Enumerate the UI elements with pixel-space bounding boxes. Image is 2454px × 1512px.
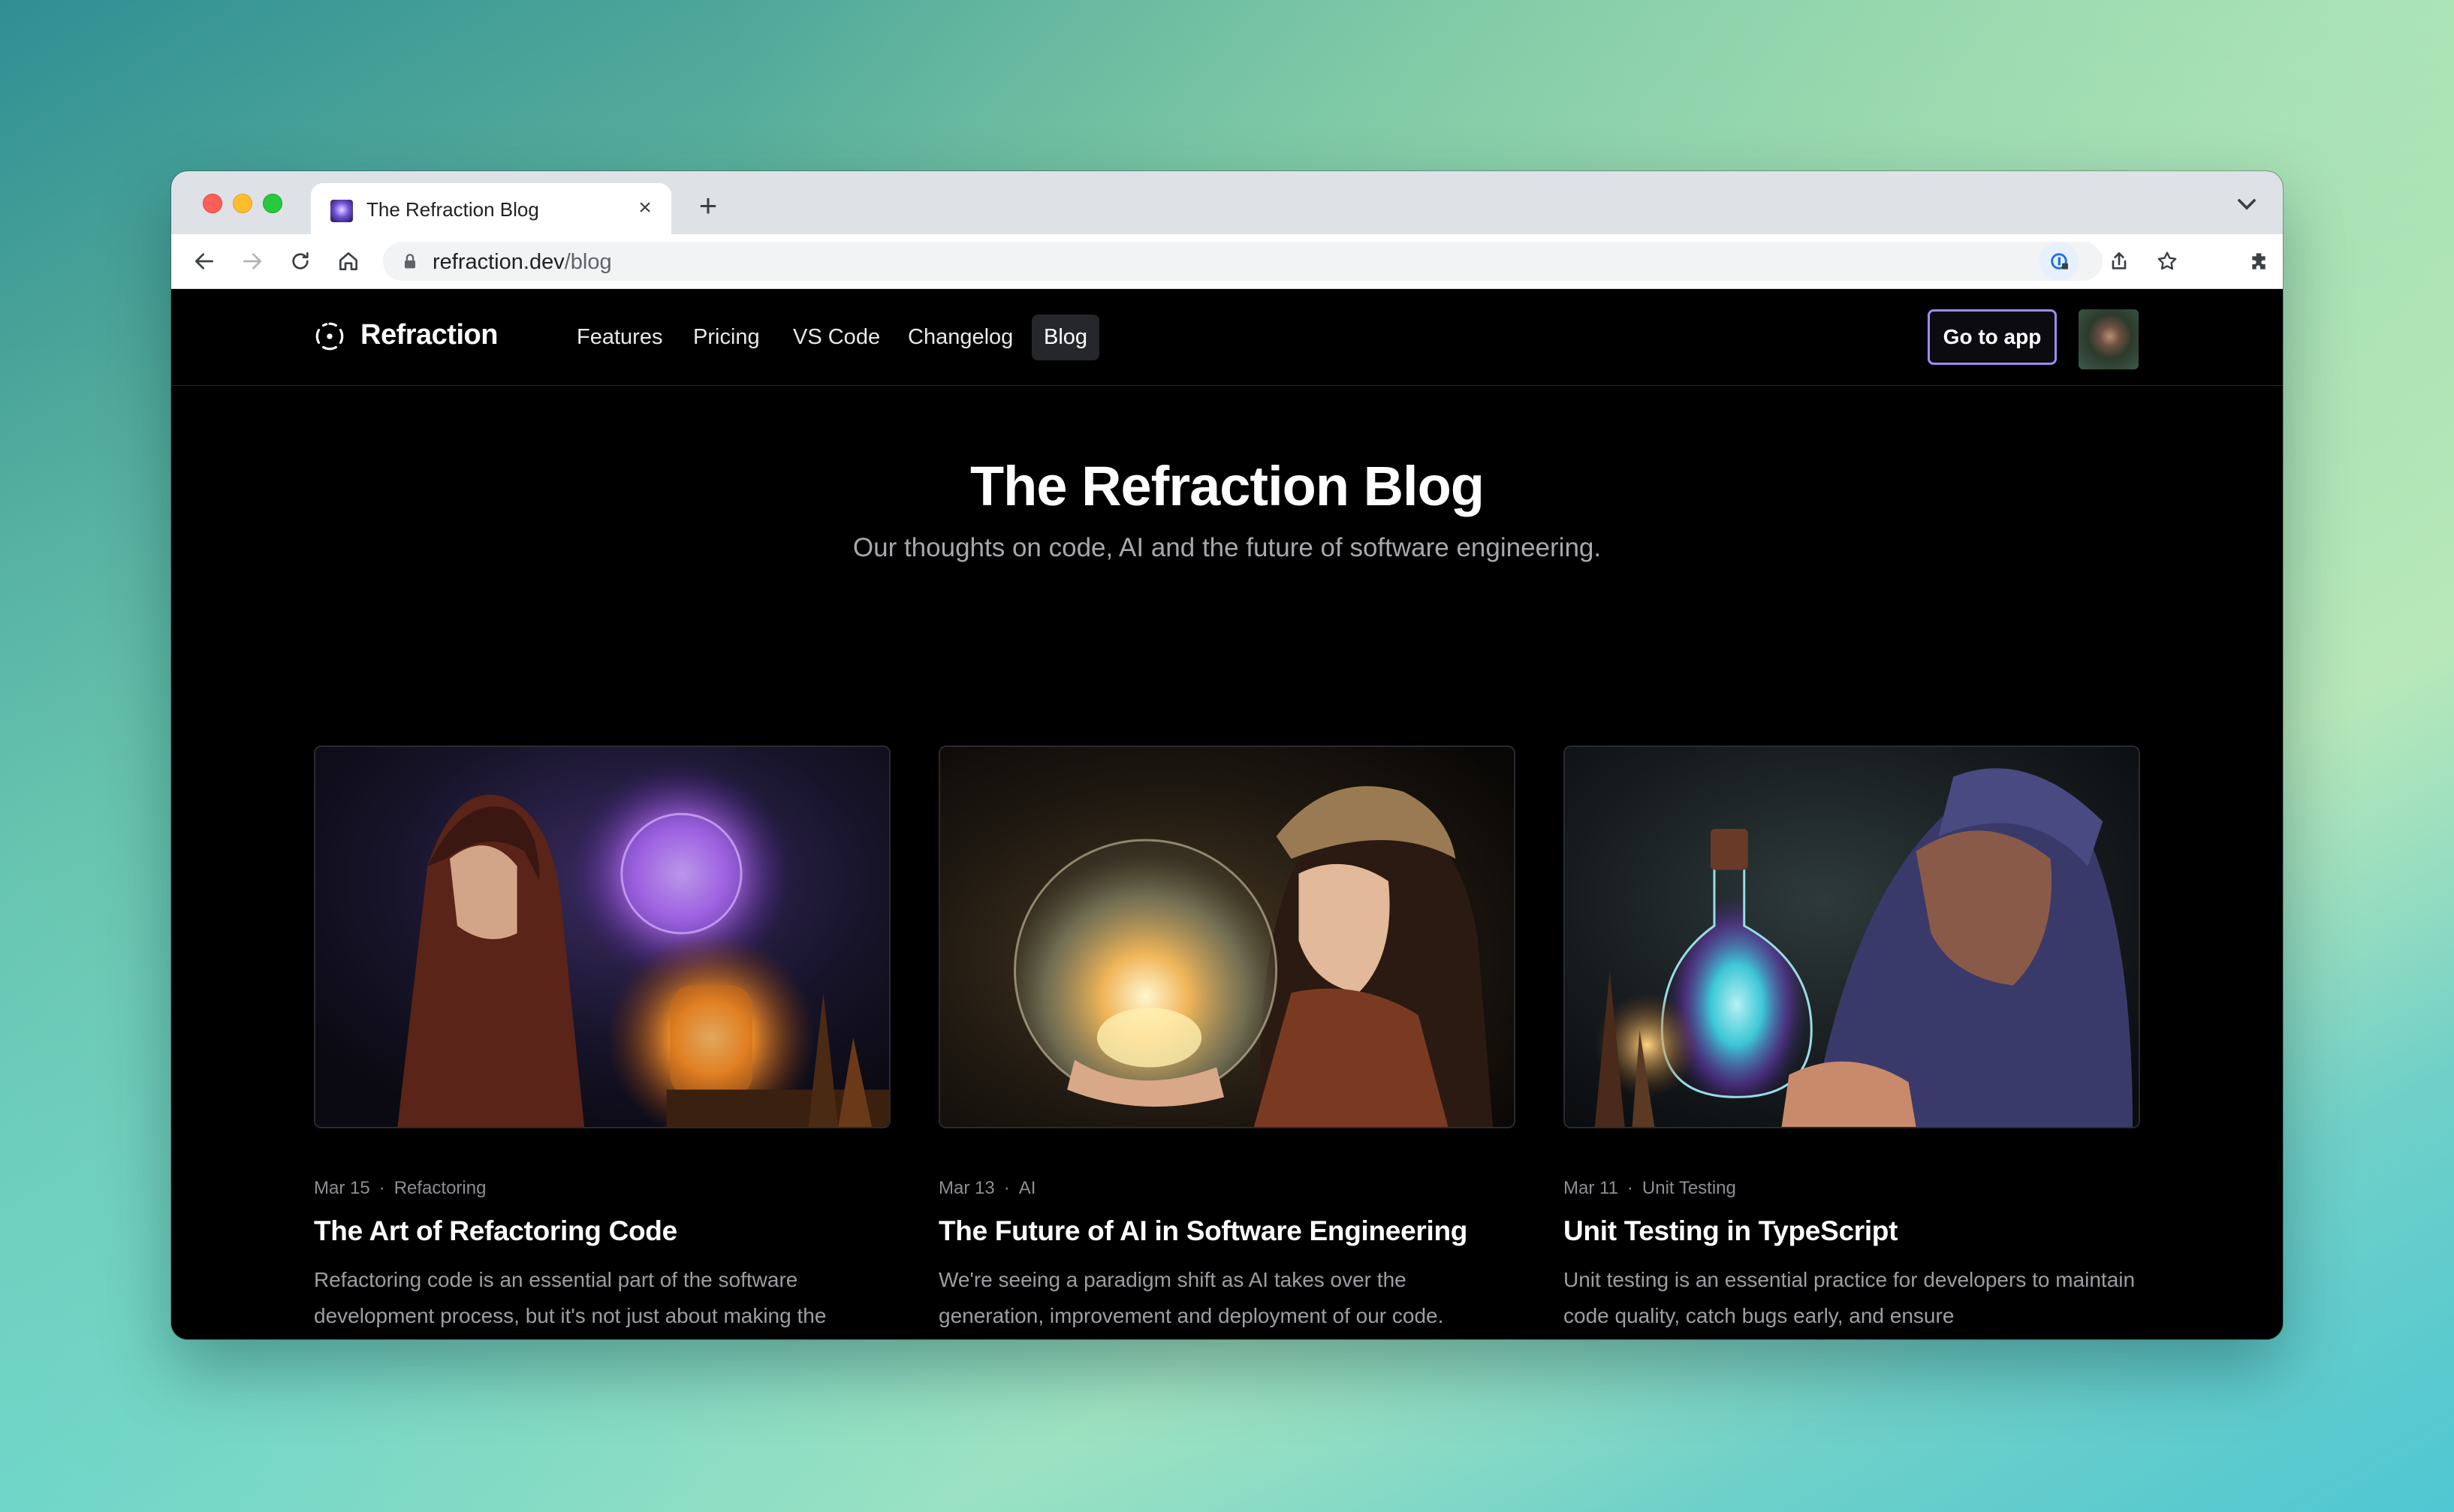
url-text[interactable]: refraction.dev/blog: [433, 250, 612, 275]
page-subtitle: Our thoughts on code, AI and the future …: [852, 533, 1602, 562]
post-category[interactable]: Unit Testing: [1642, 1178, 1736, 1198]
post-excerpt: Refactoring code is an essential part of…: [314, 1268, 827, 1327]
blog-post-card[interactable]: Mar 11 · Unit Testing Unit Testing in Type…: [1563, 745, 2140, 1334]
tab-close-icon[interactable]: ×: [632, 195, 658, 221]
site-header: Refraction Features Pricing VS Code Chan…: [171, 289, 2283, 386]
post-date: Mar 15: [314, 1178, 370, 1198]
go-to-app-button[interactable]: Go to app: [1928, 309, 2057, 365]
post-title[interactable]: Unit Testing in TypeScript: [1563, 1215, 2140, 1247]
new-tab-button[interactable]: +: [689, 188, 727, 225]
post-meta: Mar 11 · Unit Testing: [1563, 1178, 2140, 1199]
lock-icon[interactable]: [399, 251, 421, 272]
browser-window: The Refraction Blog × + refraction.dev/b…: [171, 171, 2283, 1339]
post-excerpt: We're seeing a paradigm shift as AI take…: [939, 1268, 1444, 1327]
user-avatar[interactable]: [2079, 309, 2139, 369]
blog-post-card[interactable]: Mar 15 · Refactoring The Art of Refactorin…: [314, 745, 891, 1334]
post-date: Mar 13: [939, 1178, 995, 1198]
favicon-icon: [330, 200, 353, 222]
girl-holding-crystal-ball-icon[interactable]: [939, 745, 1515, 1128]
browser-toolbar: refraction.dev/blog: [171, 234, 2283, 289]
home-icon[interactable]: [332, 245, 365, 278]
tab-search-chevron-icon[interactable]: [2232, 189, 2262, 219]
reload-icon[interactable]: [284, 245, 317, 278]
nav-vscode[interactable]: VS Code: [793, 325, 880, 350]
bookmark-star-icon[interactable]: [2151, 245, 2184, 278]
post-title[interactable]: The Future of AI in Software Engineering: [939, 1215, 1515, 1247]
blog-post-card[interactable]: Mar 13 · AI The Future of AI in Software E…: [939, 745, 1515, 1334]
nav-features[interactable]: Features: [577, 325, 662, 350]
share-icon[interactable]: [2103, 245, 2136, 278]
nav-pricing[interactable]: Pricing: [693, 325, 760, 350]
minimize-window-button[interactable]: [233, 194, 252, 213]
post-meta: Mar 13 · AI: [939, 1178, 1515, 1199]
back-arrow-icon[interactable]: [188, 245, 221, 278]
refraction-logo-icon[interactable]: [314, 321, 345, 352]
meta-separator: ·: [1626, 1178, 1633, 1198]
nav-changelog[interactable]: Changelog: [908, 325, 1013, 350]
meta-separator: ·: [1003, 1178, 1010, 1198]
nav-blog[interactable]: Blog: [1032, 315, 1100, 360]
extensions-puzzle-icon[interactable]: [2244, 245, 2277, 278]
close-window-button[interactable]: [203, 194, 222, 213]
maximize-window-button[interactable]: [263, 194, 282, 213]
post-meta: Mar 15 · Refactoring: [314, 1178, 891, 1199]
meta-separator: ·: [378, 1178, 385, 1198]
site-logo-text[interactable]: Refraction: [360, 319, 498, 351]
tab-title: The Refraction Blog: [366, 198, 539, 221]
post-category[interactable]: Refactoring: [394, 1178, 487, 1198]
address-bar[interactable]: refraction.dev/blog: [383, 242, 2103, 281]
forward-arrow-icon[interactable]: [236, 245, 269, 278]
page-title: The Refraction Blog: [969, 455, 1485, 517]
tab-strip: The Refraction Blog × +: [171, 171, 2283, 234]
post-excerpt: Unit testing is an essential practice fo…: [1563, 1268, 2136, 1327]
alchemist-with-potion-bottle-icon[interactable]: [1563, 745, 2140, 1128]
post-date: Mar 11: [1563, 1178, 1618, 1198]
post-title[interactable]: The Art of Refactoring Code: [314, 1215, 891, 1247]
browser-tab[interactable]: The Refraction Blog ×: [311, 183, 671, 234]
password-manager-icon[interactable]: [2042, 245, 2076, 278]
hooded-sorceress-with-glowing-orb-icon[interactable]: [314, 745, 891, 1128]
page-content: Refraction Features Pricing VS Code Chan…: [171, 289, 2283, 1339]
post-category[interactable]: AI: [1019, 1178, 1036, 1198]
